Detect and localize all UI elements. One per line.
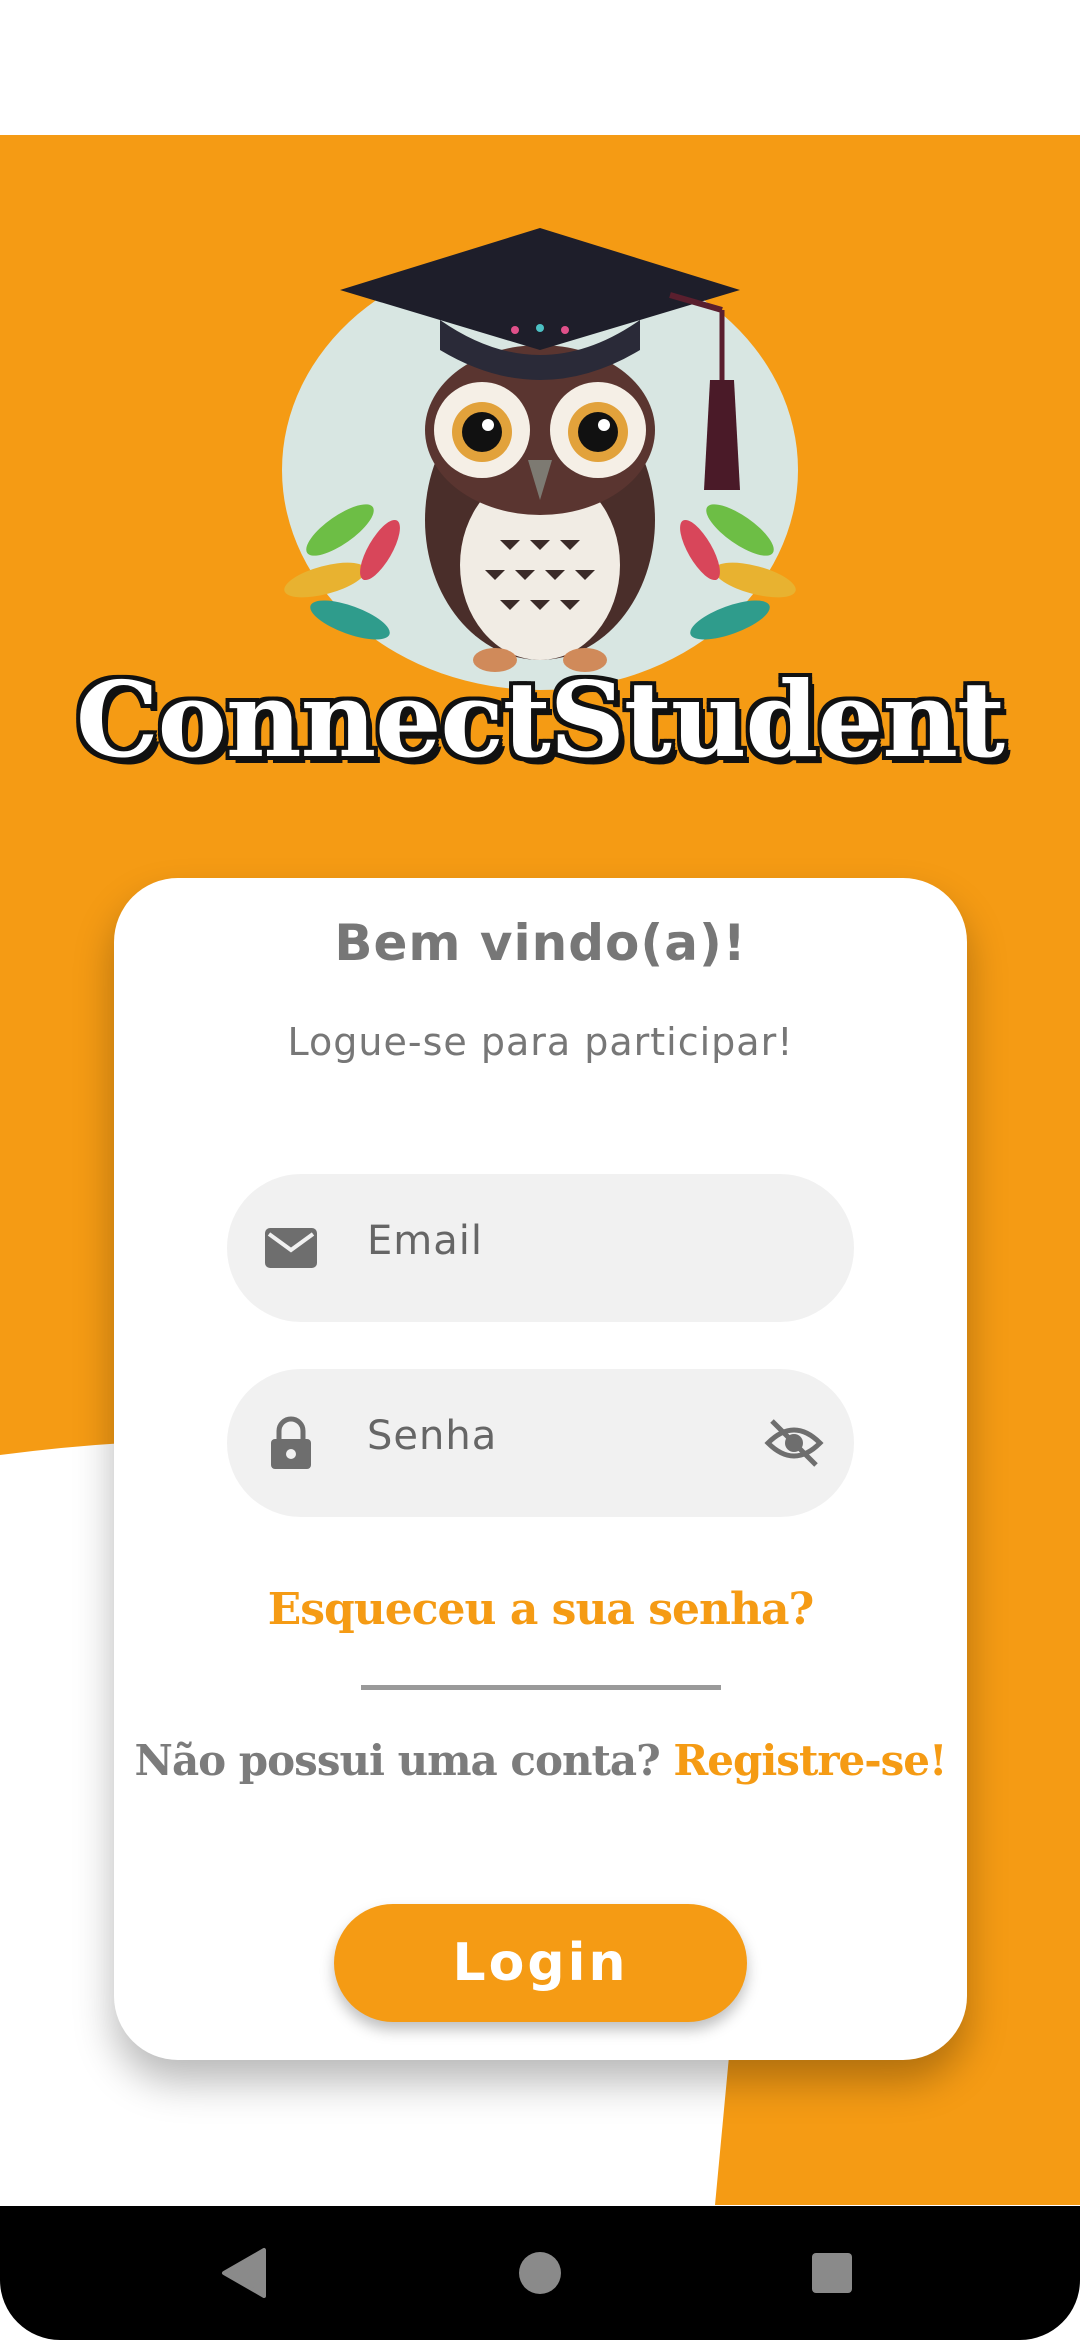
login-card: Bem vindo(a)! Logue-se para participar! … [114, 878, 967, 2060]
mail-icon [263, 1220, 319, 1276]
forgot-password-link[interactable]: Esqueceu a sua senha? [114, 1584, 967, 1635]
password-placeholder: Senha [367, 1413, 498, 1459]
no-account-text: Não possui uma conta? [134, 1736, 661, 1785]
welcome-heading: Bem vindo(a)! [334, 914, 747, 972]
status-bar [0, 0, 1080, 135]
owl-graduation-cap-icon [270, 220, 810, 690]
back-icon[interactable] [184, 2206, 304, 2340]
email-field[interactable]: Email [227, 1174, 854, 1322]
register-prompt: Não possui uma conta? Registre-se! [114, 1736, 967, 1785]
login-button[interactable]: Login [334, 1904, 747, 2022]
register-link[interactable]: Registre-se! [673, 1736, 947, 1785]
recents-icon[interactable] [772, 2206, 892, 2340]
email-placeholder: Email [367, 1218, 483, 1264]
home-icon[interactable] [480, 2206, 600, 2340]
password-field[interactable]: Senha [227, 1369, 854, 1517]
divider [361, 1685, 721, 1690]
app-title: ConnectStudent [75, 658, 1005, 781]
lock-icon [263, 1415, 319, 1471]
navigation-bar [0, 2206, 1080, 2340]
eye-off-icon[interactable] [764, 1415, 824, 1471]
login-subtitle: Logue-se para participar! [287, 1020, 794, 1064]
